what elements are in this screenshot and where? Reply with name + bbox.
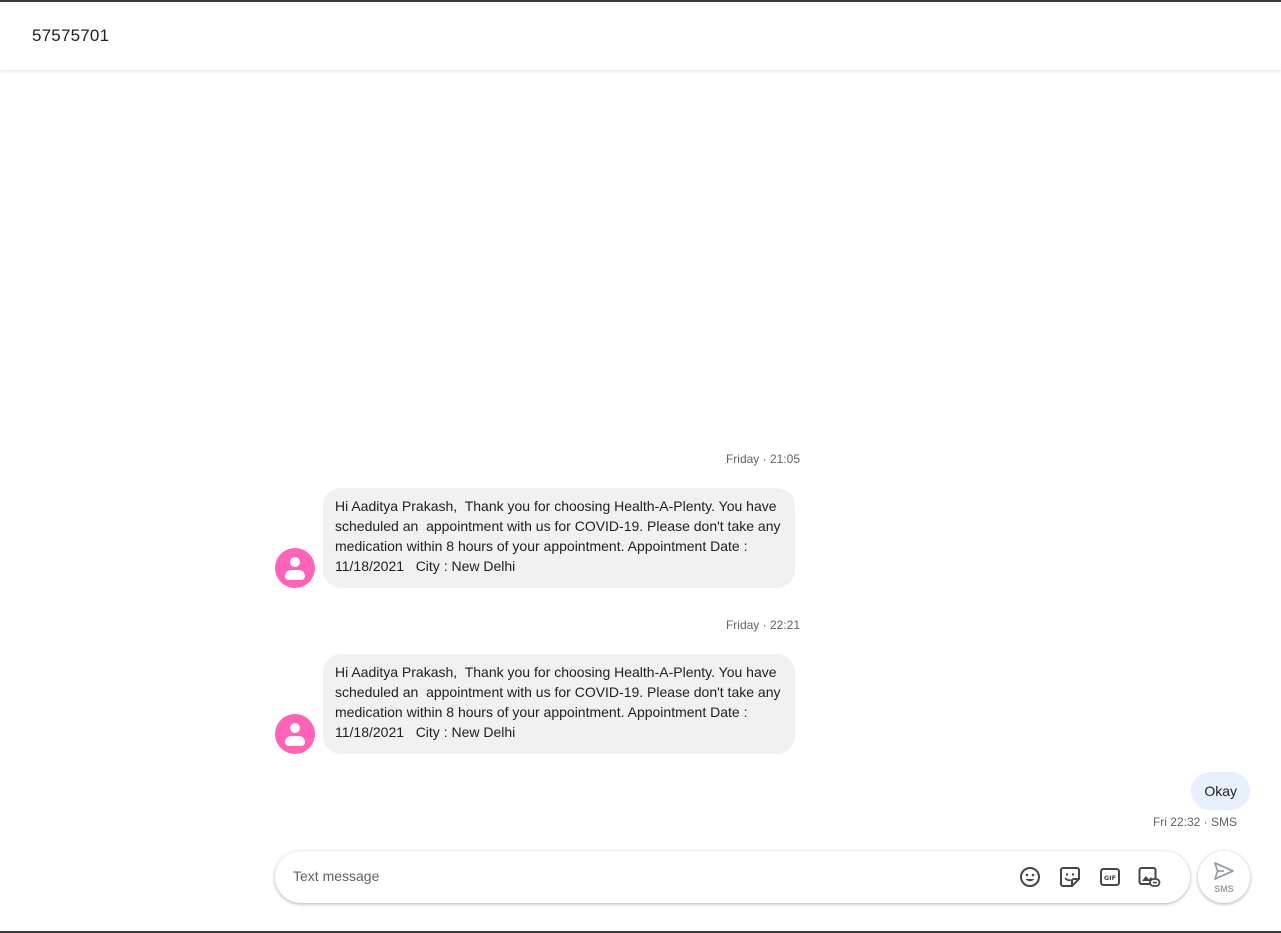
contact-avatar[interactable]	[275, 548, 315, 588]
message-timestamp: Friday · 22:21	[725, 618, 800, 632]
gif-icon[interactable]: GIF	[1098, 865, 1122, 889]
conversation-header: 57575701	[0, 2, 1281, 70]
incoming-message-bubble[interactable]: Hi Aaditya Prakash, Thank you for choosi…	[323, 654, 795, 754]
send-icon	[1214, 862, 1234, 880]
avatar-body-shape	[285, 570, 305, 580]
avatar-head-shape	[290, 557, 300, 567]
outgoing-message-bubble[interactable]: Okay	[1191, 772, 1250, 810]
avatar-body-shape	[285, 736, 305, 746]
conversation-title: 57575701	[32, 26, 110, 45]
incoming-message-bubble[interactable]: Hi Aaditya Prakash, Thank you for choosi…	[323, 488, 795, 588]
text-message-input[interactable]	[293, 863, 993, 889]
outgoing-message-meta: Fri 22:32 · SMS	[1152, 815, 1237, 829]
svg-text:GIF: GIF	[1104, 874, 1116, 882]
send-sms-button[interactable]: SMS	[1198, 851, 1250, 903]
messages-window: 57575701 Friday · 21:05 Hi Aaditya Praka…	[0, 0, 1281, 933]
contact-avatar[interactable]	[275, 714, 315, 754]
emoji-icon[interactable]	[1018, 865, 1042, 889]
media-icon[interactable]	[1137, 865, 1161, 889]
message-composer: GIF	[275, 851, 1190, 903]
message-timestamp: Friday · 21:05	[725, 452, 800, 466]
avatar-head-shape	[290, 723, 300, 733]
sticker-icon[interactable]	[1058, 865, 1082, 889]
send-button-label: SMS	[1214, 884, 1234, 894]
